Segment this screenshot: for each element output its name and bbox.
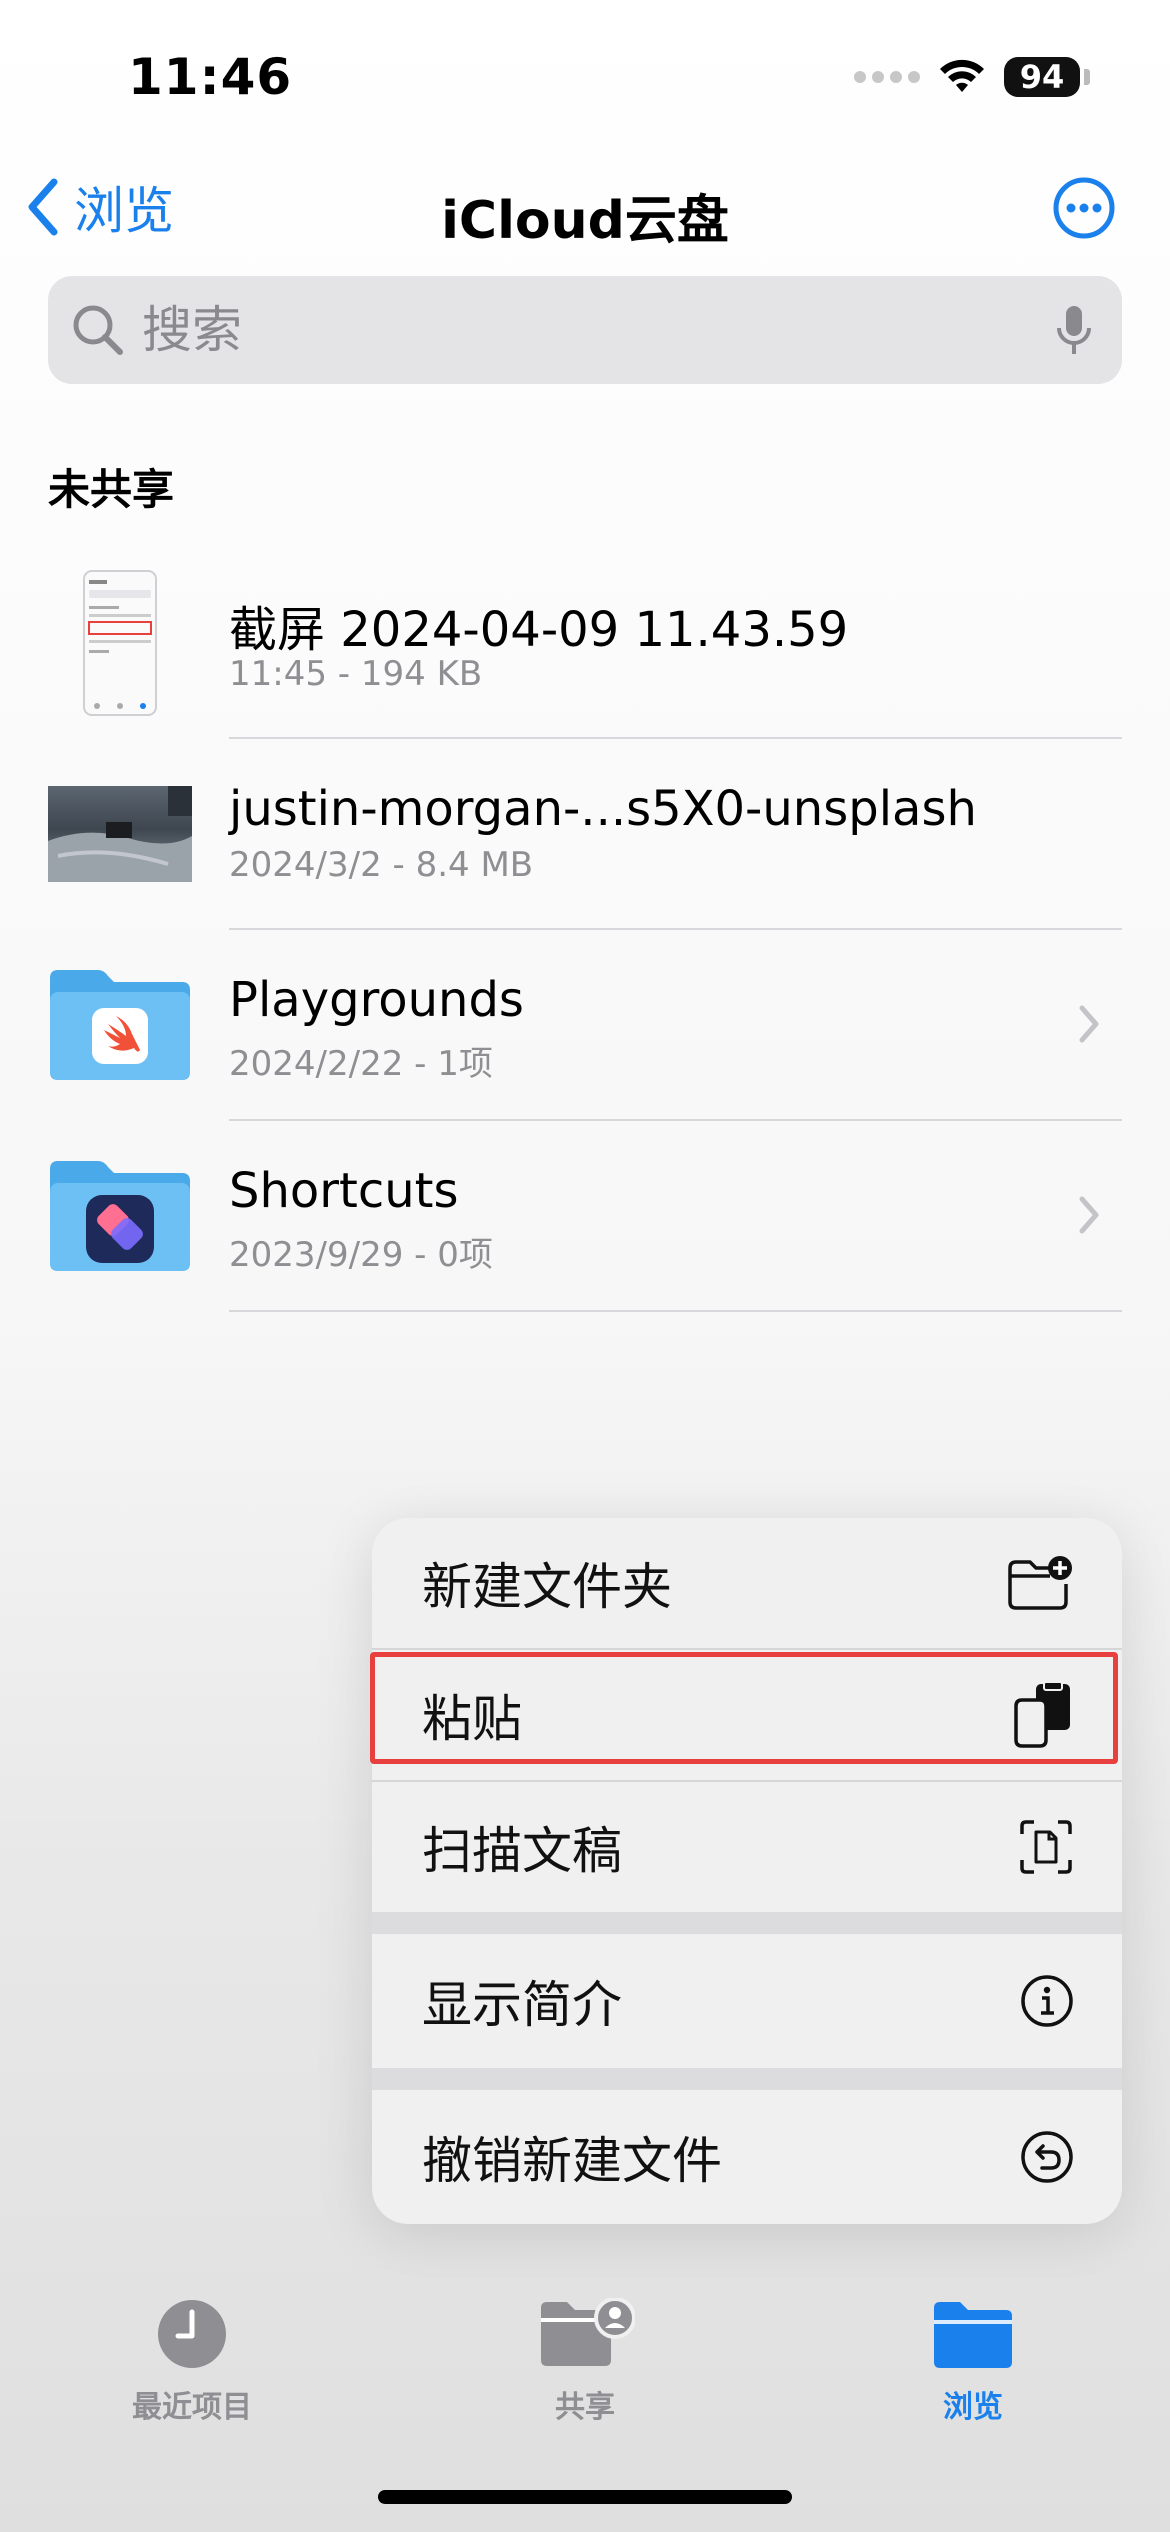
new-folder-icon [1008, 1556, 1072, 1610]
clock-icon [158, 2300, 226, 2368]
shared-folder-icon [541, 2297, 636, 2366]
status-time: 11:46 [128, 48, 293, 106]
battery-level: 94 [1004, 57, 1080, 97]
search-icon [73, 305, 123, 355]
menu-item-new-folder[interactable]: 新建文件夹 [372, 1518, 1122, 1648]
menu-item-label: 撤销新建文件 [422, 2132, 722, 2190]
status-indicators: 94 [854, 52, 1090, 102]
tab-recents[interactable]: 最近项目 [72, 2298, 312, 2426]
file-name: 截屏 2024-04-09 11.43.59 [229, 602, 849, 658]
file-meta: 2024/3/2 - 8.4 MB [229, 845, 534, 885]
search-input[interactable] [140, 300, 1004, 360]
info-icon [1021, 1975, 1073, 2027]
chevron-right-icon [1079, 1005, 1099, 1043]
folder-row-shortcuts[interactable]: Shortcuts 2023/9/29 - 0项 [0, 1121, 1170, 1312]
folder-icon [48, 1151, 192, 1281]
menu-item-scan-document[interactable]: 扫描文稿 [372, 1782, 1122, 1912]
battery-indicator: 94 [1004, 57, 1090, 97]
section-header: 未共享 [48, 465, 175, 514]
tab-label: 最近项目 [132, 2390, 252, 2425]
paste-highlight-annotation [370, 1652, 1118, 1764]
screenshot-thumbnail [48, 570, 192, 716]
photo-thumbnail [48, 769, 192, 899]
undo-icon [1021, 2131, 1073, 2183]
file-meta: 11:45 - 194 KB [229, 654, 483, 694]
file-row-screenshot[interactable]: 截屏 2024-04-09 11.43.59 11:45 - 194 KB [0, 548, 1170, 739]
tab-bar: 最近项目 共享 浏览 [0, 2278, 1170, 2428]
menu-item-label: 新建文件夹 [422, 1558, 672, 1616]
file-name: justin-morgan-...s5X0-unsplash [229, 781, 977, 837]
menu-section-divider [372, 2068, 1122, 2090]
menu-item-label: 显示简介 [422, 1976, 622, 2034]
wifi-icon [940, 59, 984, 92]
chevron-right-icon [1079, 1196, 1099, 1234]
tab-shared[interactable]: 共享 [465, 2297, 705, 2426]
tab-label: 共享 [555, 2390, 615, 2425]
microphone-icon[interactable] [1054, 302, 1094, 360]
folder-row-playgrounds[interactable]: Playgrounds 2024/2/22 - 1项 [0, 930, 1170, 1121]
file-row-photo[interactable]: justin-morgan-...s5X0-unsplash 2024/3/2 … [0, 739, 1170, 930]
tab-label: 浏览 [943, 2390, 1003, 2425]
menu-item-label: 扫描文稿 [422, 1822, 622, 1880]
scan-document-icon [1020, 1820, 1072, 1874]
screen: 11:46 94 浏览 iCloud云盘 搜索 未共享 截屏 2024-04-0… [0, 0, 1170, 2532]
tab-browse[interactable]: 浏览 [853, 2298, 1093, 2426]
search-bar[interactable] [48, 276, 1122, 384]
folder-icon [934, 2302, 1012, 2368]
more-options-icon[interactable] [1052, 176, 1116, 240]
home-indicator [378, 2490, 792, 2504]
menu-section-divider [372, 1912, 1122, 1934]
folder-icon [48, 960, 192, 1090]
page-title: iCloud云盘 [441, 191, 729, 251]
folder-meta: 2024/2/22 - 1项 [229, 1044, 493, 1084]
menu-item-show-info[interactable]: 显示简介 [372, 1934, 1122, 2068]
folder-meta: 2023/9/29 - 0项 [229, 1235, 493, 1275]
context-menu: 新建文件夹 粘贴 扫描文稿 显示简介 撤销新建文件 [372, 1518, 1122, 2224]
folder-name: Shortcuts [229, 1163, 459, 1219]
menu-item-undo-new-file[interactable]: 撤销新建文件 [372, 2090, 1122, 2224]
folder-name: Playgrounds [229, 972, 524, 1028]
file-list: 截屏 2024-04-09 11.43.59 11:45 - 194 KB ju… [0, 548, 1170, 1312]
cellular-signal-icon [854, 71, 920, 83]
battery-cap [1084, 69, 1090, 85]
